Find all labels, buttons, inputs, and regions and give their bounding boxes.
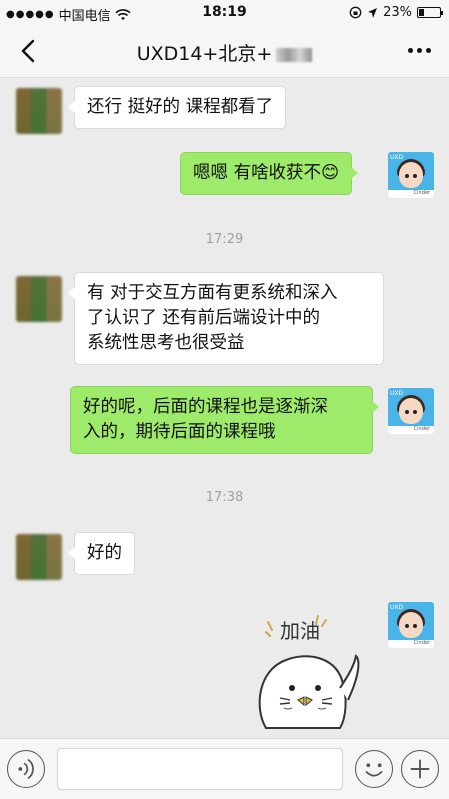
- message-line: 了认识了 还有前后端设计中的: [87, 308, 321, 328]
- message-line: 有 对于交互方面有更系统和深入: [87, 283, 338, 303]
- message-bubble-outgoing[interactable]: 嗯嗯 有啥收获不😊: [180, 152, 359, 195]
- page-title: UXD14+北京+: [0, 39, 449, 66]
- nav-bar: UXD14+北京+: [0, 26, 449, 78]
- rotation-lock-icon: [349, 6, 362, 19]
- plus-icon: [410, 759, 430, 779]
- seal-sticker[interactable]: 加油: [236, 608, 376, 733]
- emoji-button[interactable]: [355, 750, 393, 788]
- message-line: 好的呢，后面的课程也是逐渐深: [83, 397, 328, 417]
- more-dot: [417, 48, 422, 53]
- timestamp: 17:38: [205, 490, 244, 505]
- emoji-icon: [365, 763, 383, 777]
- plus-button[interactable]: [401, 750, 439, 788]
- input-bar: [0, 738, 449, 799]
- battery-percent: 23%: [383, 5, 412, 20]
- message-bubble-incoming[interactable]: 有 对于交互方面有更系统和深入 了认识了 还有前后端设计中的 系统性思考也很受益: [68, 272, 384, 365]
- message-line: 入的，期待后面的课程哦: [83, 422, 276, 442]
- more-dot: [408, 48, 413, 53]
- status-bar: ●●●●● 中国电信 18:19 23%: [0, 0, 449, 26]
- message-line: 系统性思考也很受益: [87, 333, 245, 353]
- more-dot: [426, 48, 431, 53]
- message-text: 嗯嗯 有啥收获不😊: [193, 163, 340, 183]
- message-bubble-incoming[interactable]: 好的: [68, 532, 135, 575]
- contact-avatar[interactable]: [16, 88, 62, 134]
- voice-button[interactable]: [7, 750, 45, 788]
- message-text: 好的: [87, 543, 122, 563]
- message-text: 还行 挺好的 课程都看了: [87, 97, 274, 117]
- status-right: 23%: [349, 5, 443, 20]
- my-avatar[interactable]: UXD Cinder: [388, 152, 434, 198]
- location-arrow-icon: [368, 7, 378, 18]
- voice-icon: [18, 758, 34, 780]
- message-input[interactable]: [57, 748, 343, 790]
- message-bubble-incoming[interactable]: 还行 挺好的 课程都看了: [67, 86, 287, 129]
- my-avatar[interactable]: UXD Cinder: [388, 388, 434, 434]
- sticker-caption: 加油: [280, 619, 320, 643]
- more-button[interactable]: [408, 48, 431, 53]
- contact-avatar[interactable]: [16, 276, 62, 322]
- message-bubble-outgoing[interactable]: 好的呢，后面的课程也是逐渐深 入的，期待后面的课程哦: [70, 386, 379, 454]
- seal-sticker-image: 加油: [258, 615, 360, 729]
- contact-avatar[interactable]: [16, 534, 62, 580]
- redacted-name: [276, 47, 313, 62]
- my-avatar[interactable]: UXD Cinder: [388, 602, 434, 648]
- timestamp: 17:29: [205, 232, 244, 247]
- chat-title: UXD14+北京+: [136, 43, 273, 65]
- battery-icon: [417, 7, 443, 18]
